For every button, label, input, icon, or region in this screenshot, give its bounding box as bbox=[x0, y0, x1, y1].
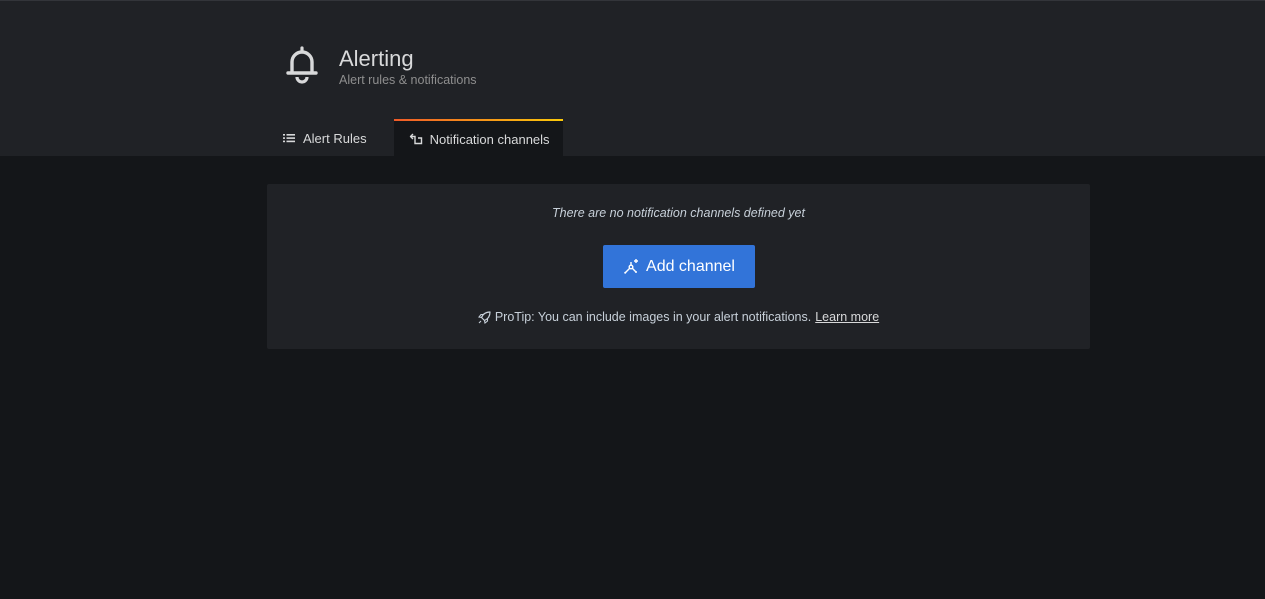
protip-text: ProTip: You can include images in your a… bbox=[494, 310, 812, 324]
channel-icon bbox=[409, 133, 422, 145]
learn-more-link[interactable]: Learn more bbox=[815, 310, 879, 324]
channel-add-icon bbox=[624, 258, 639, 274]
protip: ProTip: You can include images in your a… bbox=[267, 310, 1090, 324]
tab-label: Notification channels bbox=[429, 131, 550, 147]
tab-notification-channels[interactable]: Notification channels bbox=[393, 119, 563, 157]
empty-message: There are no notification channels defin… bbox=[552, 206, 805, 220]
bell-icon bbox=[286, 46, 318, 84]
page-title: Alerting bbox=[339, 46, 414, 71]
rocket-icon bbox=[477, 310, 491, 324]
tab-bar: Alert Rules Notification channels bbox=[267, 119, 563, 157]
page-subtitle: Alert rules & notifications bbox=[339, 73, 477, 87]
tab-alert-rules[interactable]: Alert Rules bbox=[267, 119, 380, 157]
page-title-row: Alerting Alert rules & notifications bbox=[284, 45, 477, 88]
list-icon bbox=[283, 134, 295, 143]
empty-state-panel: There are no notification channels defin… bbox=[267, 184, 1090, 349]
page-header: Alerting Alert rules & notifications Ale… bbox=[0, 0, 1265, 157]
add-channel-button[interactable]: Add channel bbox=[603, 245, 755, 288]
add-channel-label: Add channel bbox=[646, 257, 735, 275]
tab-label: Alert Rules bbox=[303, 130, 367, 146]
